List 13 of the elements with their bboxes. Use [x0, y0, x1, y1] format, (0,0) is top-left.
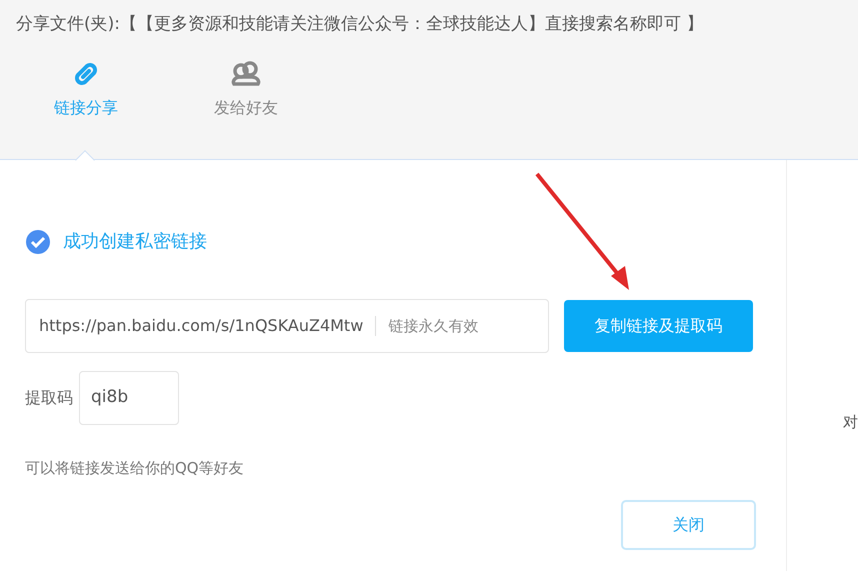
- copy-button[interactable]: 复制链接及提取码: [564, 300, 753, 352]
- code-label: 提取码: [25, 387, 73, 409]
- people-icon: [230, 60, 262, 88]
- close-button[interactable]: 关闭: [621, 500, 756, 550]
- link-field[interactable]: https://pan.baidu.com/s/1nQSKAuZ4Mtw 链接永久有效: [25, 299, 549, 353]
- status-text: 成功创建私密链接: [63, 230, 207, 254]
- tab[interactable]: 链接分享: [28, 60, 144, 120]
- side-text: 对: [843, 413, 858, 431]
- dialog-title: 分享文件(夹):【【更多资源和技能请关注微信公众号：全球技能达人】直接搜索名称即可 】: [15, 13, 704, 36]
- validity-text: 链接永久有效: [388, 316, 478, 337]
- code-field[interactable]: qi8b: [79, 371, 179, 425]
- tab[interactable]: 发给好友: [188, 60, 304, 120]
- hint-text: 可以将链接发送给你的QQ等好友: [25, 458, 245, 479]
